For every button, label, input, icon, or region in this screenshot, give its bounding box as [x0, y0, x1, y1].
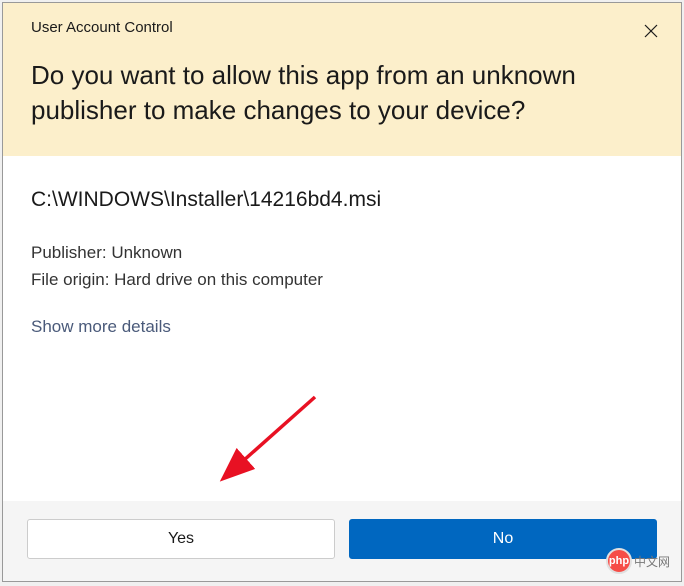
watermark-logo-icon: php: [606, 548, 632, 574]
dialog-footer: Yes No: [3, 501, 681, 581]
yes-button[interactable]: Yes: [27, 519, 335, 559]
dialog-body: C:\WINDOWS\Installer\14216bd4.msi Publis…: [3, 156, 681, 501]
watermark: php 中文网: [606, 548, 670, 574]
close-icon: [644, 24, 658, 38]
dialog-question: Do you want to allow this app from an un…: [31, 58, 653, 128]
dialog-title: User Account Control: [31, 19, 653, 36]
show-more-details-link[interactable]: Show more details: [31, 317, 171, 337]
dialog-header: User Account Control Do you want to allo…: [3, 3, 681, 156]
publisher-info: Publisher: Unknown: [31, 240, 653, 266]
uac-dialog: User Account Control Do you want to allo…: [2, 2, 682, 582]
close-button[interactable]: [641, 21, 661, 41]
file-path: C:\WINDOWS\Installer\14216bd4.msi: [31, 188, 653, 212]
watermark-text: 中文网: [634, 553, 670, 570]
file-origin-info: File origin: Hard drive on this computer: [31, 267, 653, 293]
